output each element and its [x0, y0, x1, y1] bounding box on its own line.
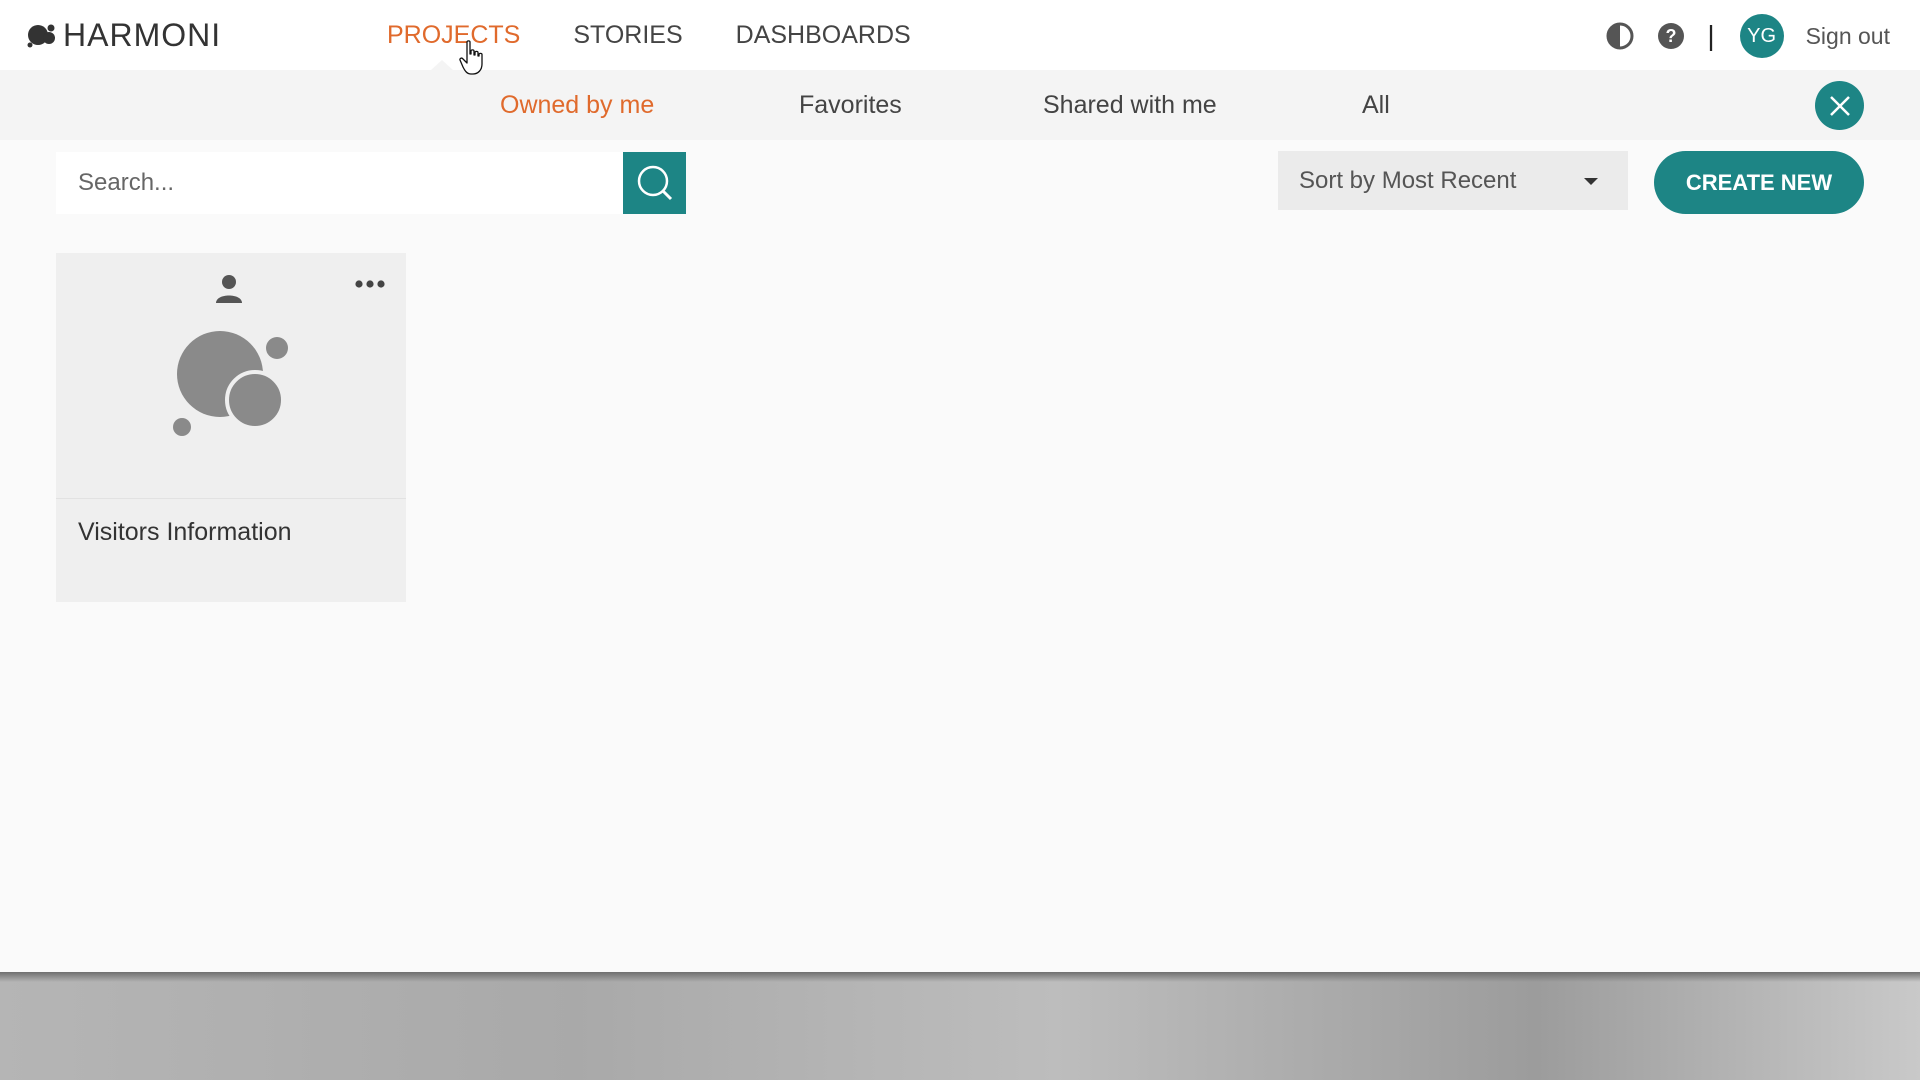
- tab-favorites[interactable]: Favorites: [799, 89, 902, 121]
- project-thumbnail: [56, 253, 406, 498]
- top-bar: HARMONI PROJECTS STORIES DASHBOARDS ? | …: [0, 0, 1920, 71]
- sign-out-link[interactable]: Sign out: [1806, 23, 1890, 50]
- project-title[interactable]: Visitors Information: [78, 518, 292, 547]
- panel-shadow: [0, 972, 1920, 982]
- svg-text:?: ?: [1666, 26, 1677, 46]
- sort-dropdown-label: Sort by Most Recent: [1299, 166, 1517, 194]
- background-image: [0, 972, 1920, 1080]
- sort-dropdown[interactable]: Sort by Most Recent: [1278, 151, 1628, 210]
- create-new-button[interactable]: CREATE NEW: [1654, 151, 1864, 214]
- projects-subnav: Owned by me Favorites Shared with me All: [0, 70, 1920, 140]
- header-tools: ? | YG Sign out: [1605, 14, 1890, 58]
- projects-panel: Sort by Most Recent CREATE NEW Visitors …: [0, 140, 1920, 972]
- project-card[interactable]: Visitors Information: [56, 253, 406, 602]
- header-separator: |: [1707, 20, 1715, 51]
- hand-cursor-icon: [459, 40, 483, 75]
- brand-name: HARMONI: [63, 17, 222, 53]
- nav-projects[interactable]: PROJECTS: [387, 18, 520, 52]
- search-button[interactable]: [623, 152, 686, 214]
- card-divider: [56, 498, 406, 499]
- person-icon: [216, 275, 242, 303]
- nav-stories[interactable]: STORIES: [573, 18, 682, 52]
- tab-all[interactable]: All: [1362, 89, 1390, 121]
- contrast-icon[interactable]: [1605, 21, 1635, 51]
- tab-owned-by-me[interactable]: Owned by me: [500, 89, 654, 121]
- search-icon: [637, 165, 672, 201]
- close-icon: [1829, 95, 1850, 116]
- bubbles-icon: [173, 331, 288, 436]
- harmoni-logo-icon: [27, 24, 55, 48]
- nav-dashboards[interactable]: DASHBOARDS: [736, 18, 911, 52]
- more-icon[interactable]: [354, 279, 386, 289]
- chevron-down-icon: [1584, 178, 1598, 185]
- tab-shared-with-me[interactable]: Shared with me: [1043, 89, 1217, 121]
- user-avatar[interactable]: YG: [1739, 14, 1784, 58]
- help-icon[interactable]: ?: [1656, 21, 1686, 51]
- close-button[interactable]: [1815, 81, 1864, 130]
- search-input[interactable]: [56, 152, 623, 214]
- harmoni-logo[interactable]: HARMONI: [27, 18, 221, 52]
